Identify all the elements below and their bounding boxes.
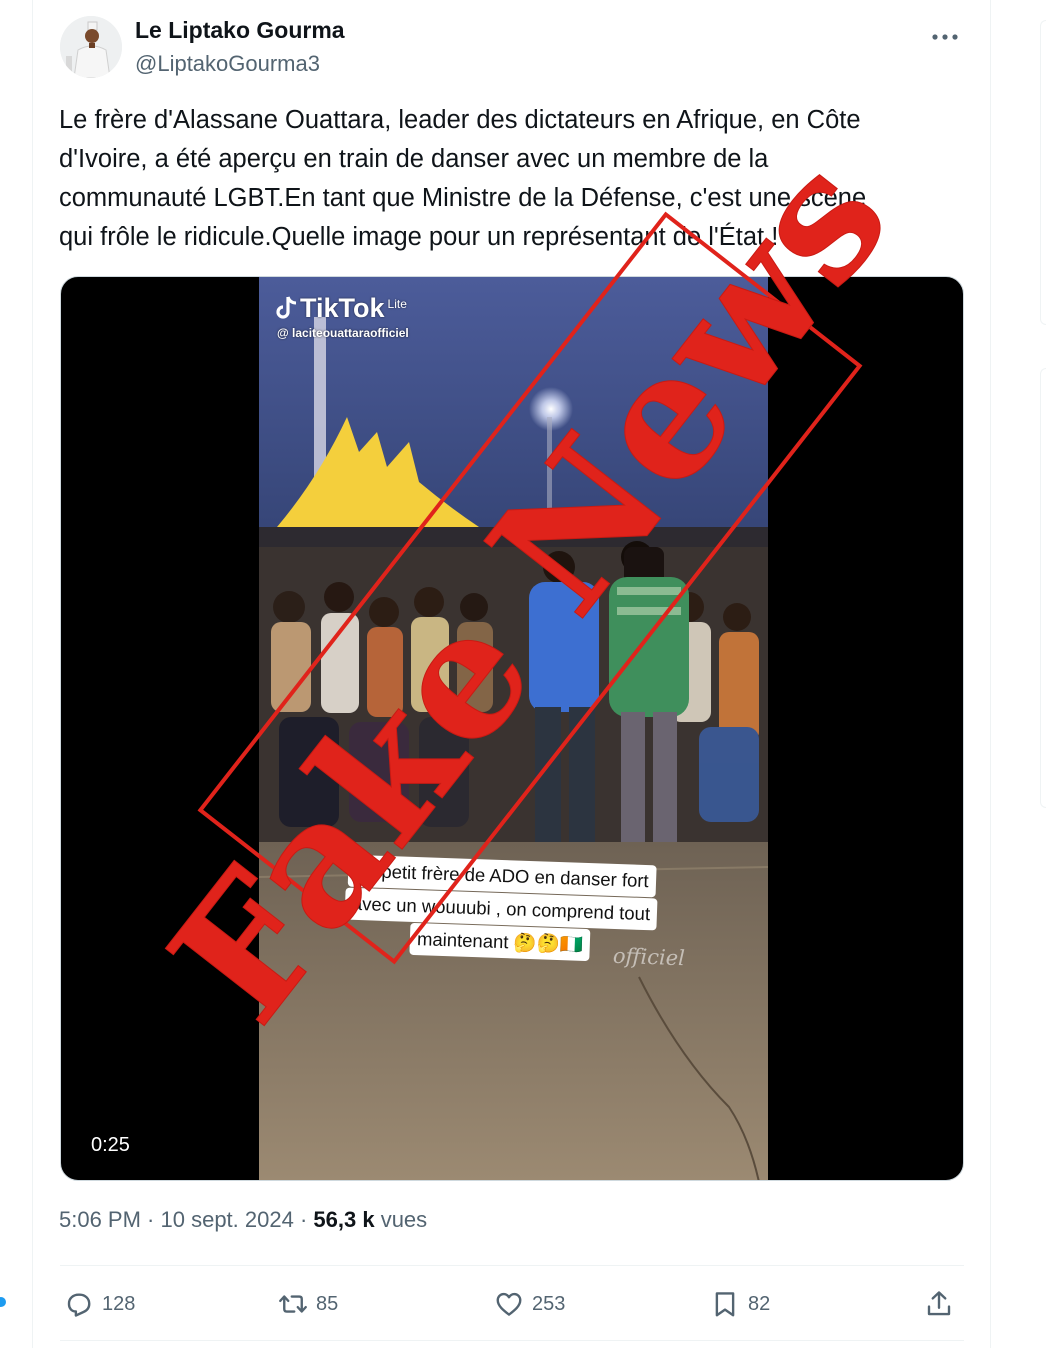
reply-icon bbox=[67, 1293, 91, 1317]
heart-icon bbox=[496, 1292, 522, 1316]
tiktok-label: TikTok bbox=[300, 293, 385, 323]
like-count: 253 bbox=[532, 1292, 566, 1315]
tweet-text: Le frère d'Alassane Ouattara, leader des… bbox=[59, 101, 969, 257]
bookmark-icon bbox=[715, 1292, 735, 1317]
tweet-text-line: communauté LGBT.En tant que Ministre de … bbox=[59, 184, 867, 212]
repost-count: 85 bbox=[316, 1292, 339, 1315]
bookmark-count: 82 bbox=[748, 1292, 771, 1315]
tiktok-logo: TikTok Lite bbox=[275, 293, 407, 324]
video-still-image bbox=[259, 277, 768, 1180]
divider bbox=[60, 1265, 964, 1266]
video-caption-line: maintenant 🤔🤔🇨🇮 bbox=[409, 922, 591, 962]
views-label: vues bbox=[374, 1207, 428, 1232]
video-watermark: officiel bbox=[612, 943, 686, 971]
more-options-button[interactable] bbox=[928, 20, 962, 54]
reply-count: 128 bbox=[102, 1292, 136, 1315]
timeline-left-border bbox=[32, 0, 33, 1348]
avatar-image bbox=[60, 16, 122, 78]
share-button[interactable] bbox=[924, 1284, 954, 1324]
share-icon bbox=[927, 1291, 951, 1316]
tweet-header: Le Liptako Gourma @LiptakoGourma3 bbox=[60, 14, 970, 80]
tiktok-lite-label: Lite bbox=[387, 297, 407, 311]
author-name[interactable]: Le Liptako Gourma bbox=[135, 17, 345, 44]
video-frame[interactable]: TikTok Lite @ laciteouattaraofficiel bbox=[259, 277, 768, 1180]
tweet-text-line: qui frôle le ridicule.Quelle image pour … bbox=[59, 223, 779, 251]
like-button[interactable]: 253 bbox=[494, 1284, 565, 1324]
tiktok-note-icon bbox=[276, 296, 297, 319]
video-duration: 0:25 bbox=[91, 1134, 130, 1156]
tweet-text-line: d'Ivoire, a été aperçu en train de danse… bbox=[59, 145, 769, 173]
more-dots-icon bbox=[932, 34, 958, 40]
sidebar-card-edge bbox=[1040, 20, 1046, 325]
tweet-meta: 5:06 PM · 10 sept. 2024 · 56,3 k vues bbox=[59, 1207, 427, 1233]
meta-separator: · bbox=[293, 1207, 314, 1232]
tweet-time[interactable]: 5:06 PM bbox=[59, 1207, 141, 1232]
bookmark-button[interactable]: 82 bbox=[710, 1284, 770, 1324]
video-player[interactable]: TikTok Lite @ laciteouattaraofficiel Le … bbox=[60, 276, 964, 1181]
avatar[interactable] bbox=[60, 16, 122, 78]
author-handle[interactable]: @LiptakoGourma3 bbox=[135, 51, 320, 77]
tweet-date[interactable]: 10 sept. 2024 bbox=[161, 1207, 294, 1232]
repost-button[interactable]: 85 bbox=[278, 1284, 338, 1324]
meta-separator: · bbox=[140, 1207, 161, 1232]
reply-button[interactable]: 128 bbox=[64, 1284, 135, 1324]
action-bar: 128 85 253 82 bbox=[60, 1284, 964, 1324]
timeline-right-border bbox=[990, 0, 991, 1348]
views-count: 56,3 k bbox=[313, 1207, 375, 1232]
sidebar-card-edge bbox=[1040, 368, 1046, 808]
tweet-text-line: Le frère d'Alassane Ouattara, leader des… bbox=[59, 106, 861, 134]
notification-dot bbox=[0, 1297, 6, 1307]
divider bbox=[60, 1340, 964, 1341]
repost-icon bbox=[279, 1295, 307, 1313]
tiktok-handle: @ laciteouattaraofficiel bbox=[277, 326, 409, 340]
